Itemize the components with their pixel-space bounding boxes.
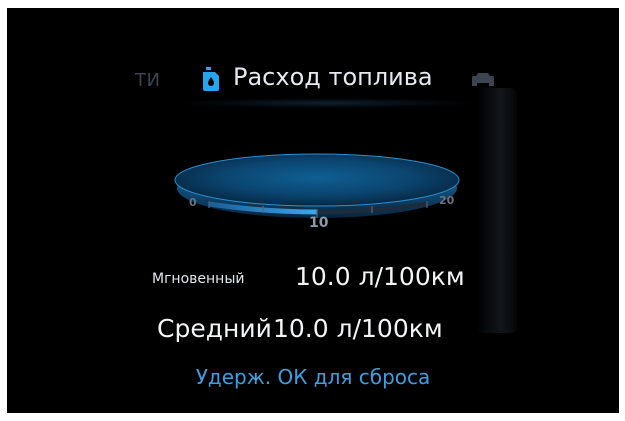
gauge-disc-top xyxy=(174,153,460,207)
gauge-max-label: 20 xyxy=(439,194,455,207)
gauge-min-label: 0 xyxy=(189,196,197,209)
average-consumption-value: 10.0 л/100км xyxy=(273,314,443,343)
average-consumption-row: Средний 10.0 л/100км xyxy=(7,312,619,348)
instrument-display: ТИ Расход топлива 0 20 10 Мгновенный 10.… xyxy=(7,8,619,413)
gauge-current-label: 10 xyxy=(309,215,329,231)
next-page-panel xyxy=(477,88,517,333)
instant-consumption-value: 10.0 л/100км xyxy=(295,262,465,291)
instant-consumption-row: Мгновенный 10.0 л/100км xyxy=(7,260,619,296)
header-underline-glow xyxy=(177,98,477,108)
instant-consumption-label: Мгновенный xyxy=(152,271,245,287)
average-consumption-label: Средний xyxy=(157,314,272,343)
reset-hint: Удерж. ОК для сброса xyxy=(195,365,431,389)
car-icon xyxy=(472,73,494,86)
page-header: ТИ Расход топлива xyxy=(7,56,619,96)
page-title: Расход топлива xyxy=(233,63,433,91)
fuel-canister-icon xyxy=(203,67,219,91)
previous-page-tab: ТИ xyxy=(135,70,161,91)
